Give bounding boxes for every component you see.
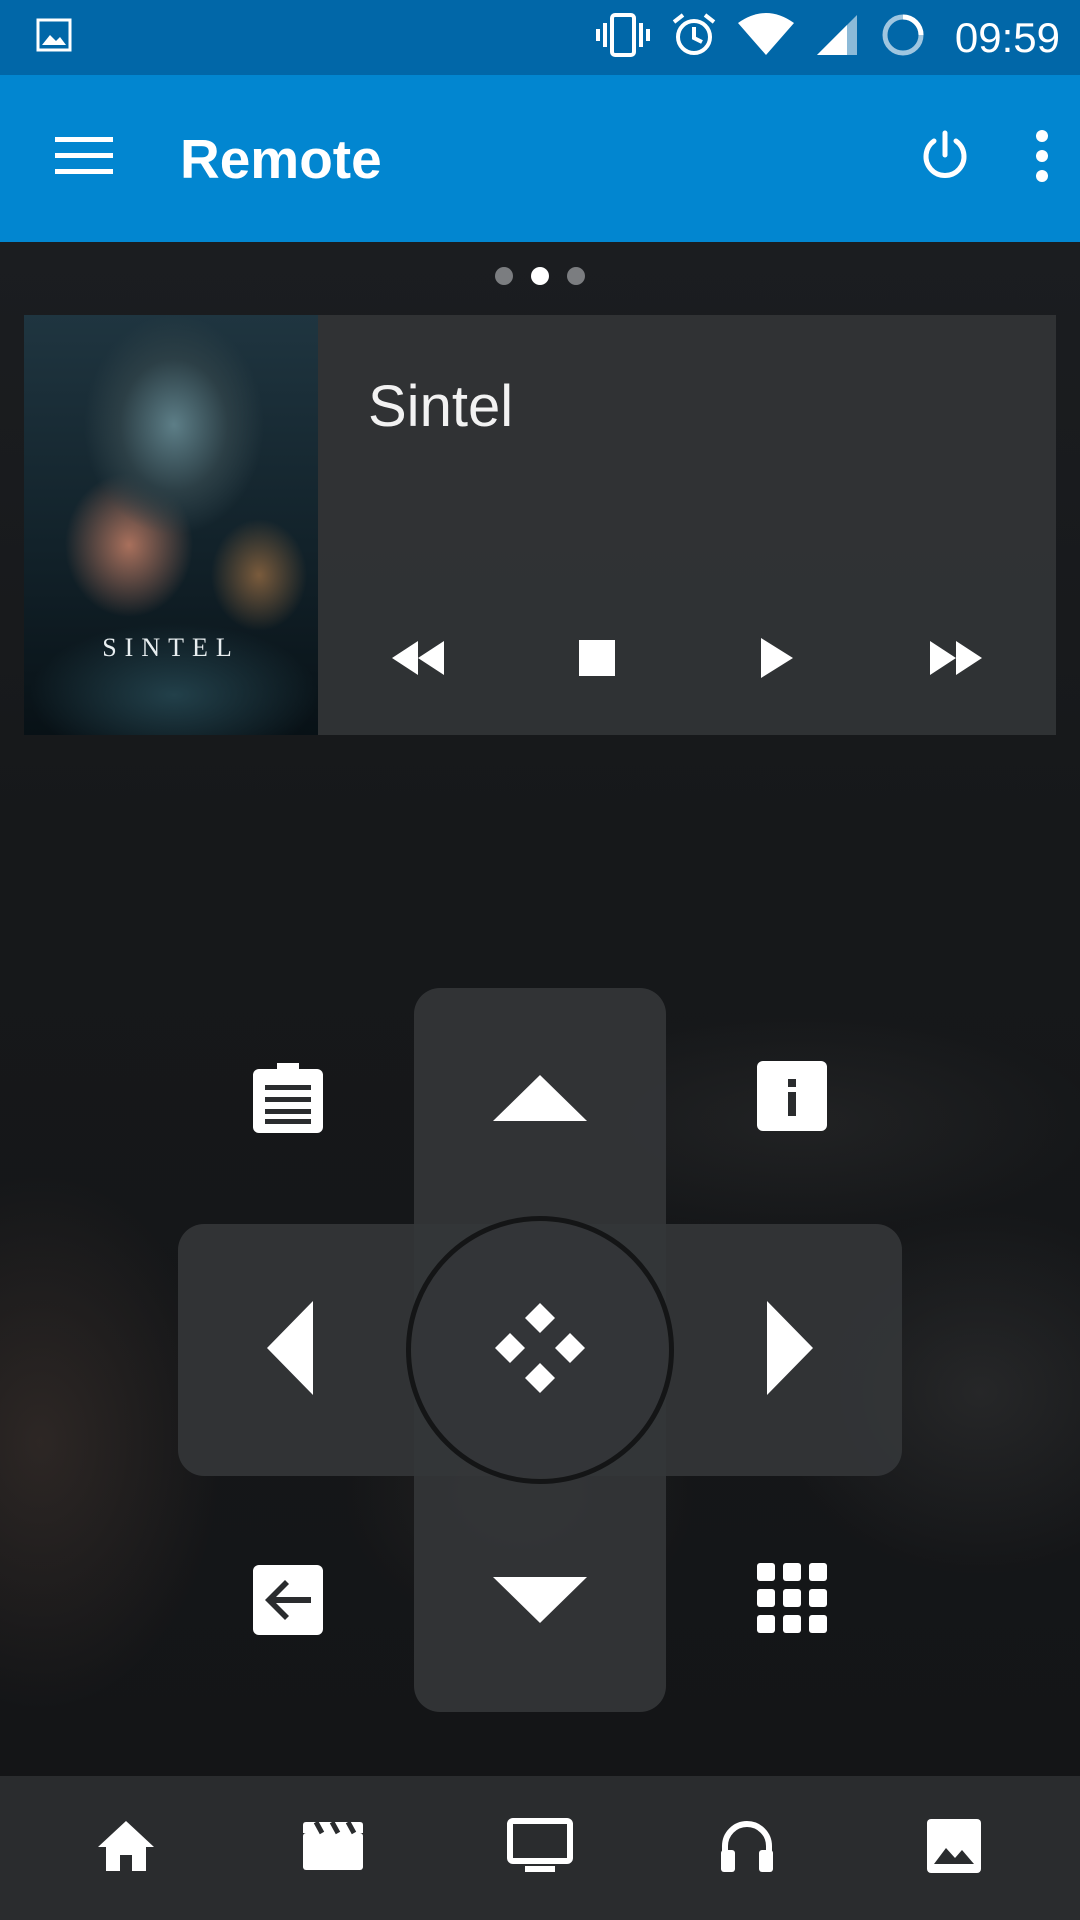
left-arrow-icon: [265, 1299, 315, 1402]
down-button[interactable]: [414, 1512, 666, 1692]
signal-icon: [815, 13, 859, 62]
back-button[interactable]: [251, 1563, 325, 1642]
rewind-icon: [390, 639, 446, 682]
nav-home[interactable]: [66, 1788, 186, 1908]
page-dot-active[interactable]: [531, 267, 549, 285]
nav-pictures[interactable]: [894, 1788, 1014, 1908]
page-dot[interactable]: [567, 267, 585, 285]
pictures-icon: [926, 1818, 982, 1879]
play-button[interactable]: [732, 625, 822, 695]
menu-icon: [55, 135, 113, 182]
alarm-icon: [671, 12, 717, 63]
movies-icon: [302, 1820, 364, 1876]
nav-movies[interactable]: [273, 1788, 393, 1908]
fast-forward-button[interactable]: [911, 625, 1001, 695]
info-button[interactable]: [755, 1059, 829, 1138]
music-icon: [719, 1818, 775, 1879]
now-playing-title[interactable]: Sintel: [368, 373, 513, 440]
nav-tv[interactable]: [480, 1788, 600, 1908]
up-button[interactable]: [414, 1010, 666, 1190]
osd-grid-button[interactable]: [755, 1561, 829, 1640]
tv-icon: [506, 1817, 573, 1879]
back-icon: [251, 1563, 325, 1642]
home-icon: [96, 1819, 156, 1878]
status-time: 09:59: [954, 13, 1060, 61]
play-icon: [759, 636, 795, 685]
image-notification-icon: [36, 18, 72, 57]
rewind-button[interactable]: [373, 625, 463, 695]
right-button[interactable]: [700, 1224, 880, 1476]
up-arrow-icon: [491, 1073, 589, 1128]
select-icon: [491, 1299, 589, 1402]
page-title: Remote: [180, 127, 382, 190]
context-menu-icon: [251, 1061, 325, 1140]
power-button[interactable]: [918, 129, 972, 188]
power-icon: [918, 129, 972, 188]
playback-controls: [318, 625, 1056, 695]
more-vert-icon: [1034, 129, 1050, 188]
menu-button[interactable]: [54, 129, 114, 189]
wifi-icon: [737, 13, 795, 62]
down-arrow-icon: [491, 1575, 589, 1630]
poster-title: SINTEL: [102, 633, 240, 662]
bottom-navigation: [0, 1776, 1080, 1920]
select-button[interactable]: [406, 1216, 674, 1484]
poster-image[interactable]: SINTEL: [24, 315, 318, 735]
status-bar: 09:59: [0, 0, 1080, 75]
page-indicator: [0, 262, 1080, 290]
right-arrow-icon: [765, 1299, 815, 1402]
vibrate-icon: [595, 13, 651, 62]
context-menu-button[interactable]: [251, 1061, 325, 1140]
left-button[interactable]: [200, 1224, 380, 1476]
sync-icon: [879, 11, 927, 64]
osd-grid-icon: [755, 1561, 829, 1640]
nav-music[interactable]: [687, 1788, 807, 1908]
stop-icon: [578, 639, 616, 682]
stop-button[interactable]: [552, 625, 642, 695]
fast-forward-icon: [928, 639, 984, 682]
more-options-button[interactable]: [1034, 129, 1050, 188]
app-bar: Remote: [0, 75, 1080, 242]
page-dot[interactable]: [495, 267, 513, 285]
now-playing-card: SINTEL Sintel: [24, 315, 1056, 735]
info-icon: [755, 1059, 829, 1138]
